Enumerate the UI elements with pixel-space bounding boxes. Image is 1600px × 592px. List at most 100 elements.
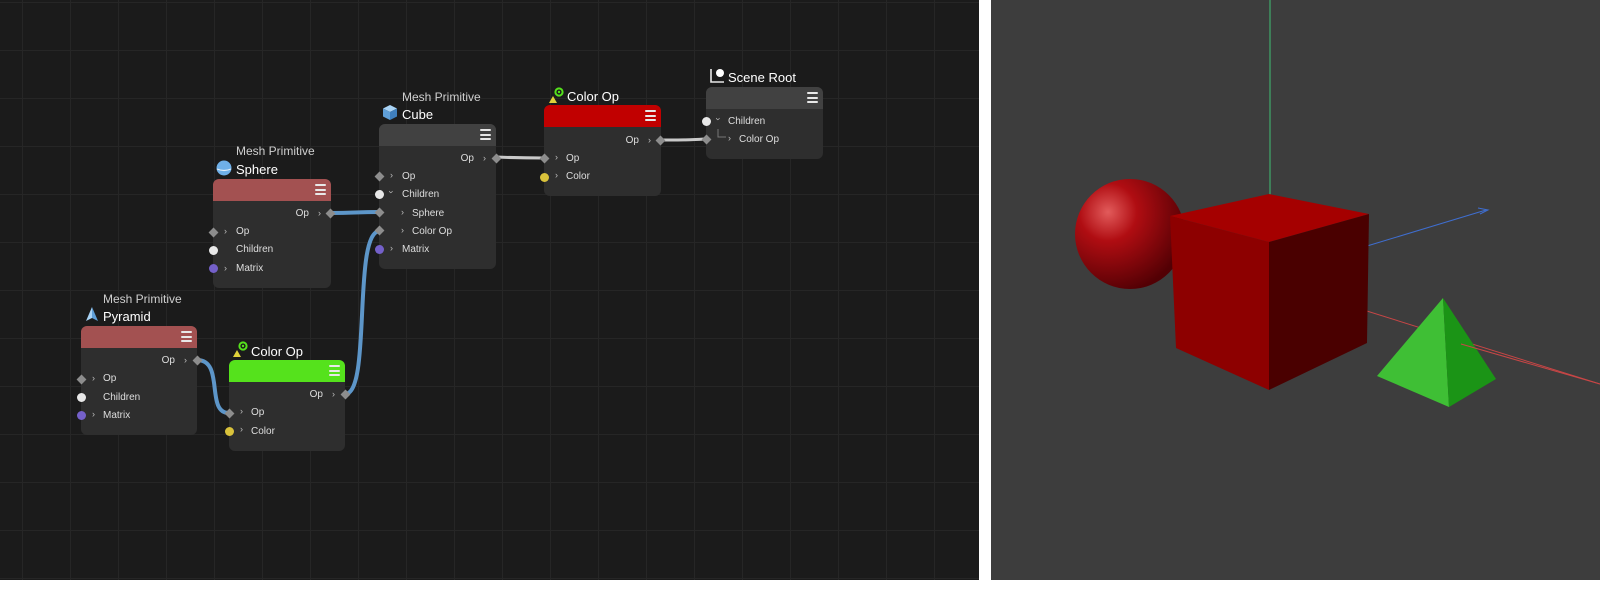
wire-cube-to-red-colorop[interactable] — [495, 155, 545, 160]
green-color-op-header[interactable] — [229, 360, 345, 382]
chevron-down-icon[interactable]: › — [714, 118, 724, 121]
green-color-op-output-port[interactable] — [340, 389, 351, 400]
cube-node-header[interactable] — [379, 124, 496, 146]
pyramid-type-label: Mesh Primitive — [103, 292, 182, 306]
red-color-op-node[interactable]: Op › › Op › Color — [539, 105, 666, 196]
pyramid-matrix-port[interactable] — [77, 411, 86, 420]
pyramid-node-header[interactable] — [81, 326, 197, 348]
chevron-right-icon: › — [555, 170, 558, 180]
chevron-right-icon: › — [555, 152, 558, 162]
3d-viewport[interactable] — [991, 0, 1600, 580]
chevron-right-icon: › — [390, 243, 393, 253]
wire-red-colorop-to-scene-root[interactable] — [659, 137, 708, 142]
color-op-icon — [549, 87, 564, 103]
chevron-right-icon: › — [92, 373, 95, 383]
chevron-right-icon: › — [390, 170, 393, 180]
red-color-op-header[interactable] — [544, 105, 661, 127]
cube-matrix-port[interactable] — [375, 245, 384, 254]
pyramid-node-menu-icon[interactable] — [181, 331, 192, 342]
red-color-op-input-color: Color — [566, 171, 590, 182]
sphere-op-port[interactable] — [208, 227, 219, 238]
chevron-right-icon: › — [318, 208, 321, 218]
chevron-right-icon: › — [224, 226, 227, 236]
red-cube[interactable] — [1170, 194, 1369, 390]
green-pyramid[interactable] — [1377, 298, 1496, 407]
green-color-op-input-color: Color — [251, 426, 275, 437]
sphere-output-label: Op — [295, 208, 309, 219]
sphere-node[interactable]: Op › › Op Children › Matrix — [208, 179, 336, 288]
scene-root-node[interactable]: › Children › Color Op — [701, 87, 823, 159]
cube-output-port[interactable] — [491, 153, 502, 164]
cube-input-op: Op — [402, 171, 416, 182]
cube-children-port[interactable] — [375, 190, 384, 199]
wire-pyramid-to-colorop[interactable] — [196, 358, 230, 415]
node-graph-canvas[interactable]: Mesh Primitive Sphere Op › › Op Children… — [0, 0, 979, 580]
scene-root-header[interactable] — [706, 87, 823, 109]
green-color-op-op-port[interactable] — [224, 408, 235, 419]
pyramid-op-port[interactable] — [76, 374, 87, 385]
scene-root-input-children: Children — [728, 116, 766, 127]
z-axis-blue — [1366, 209, 1487, 247]
chevron-right-icon: › — [224, 263, 227, 273]
sphere-output-port[interactable] — [325, 208, 336, 219]
chevron-right-icon: › — [483, 153, 486, 163]
chevron-right-icon: › — [401, 207, 404, 217]
cube-node-menu-icon[interactable] — [480, 129, 491, 140]
viewport-scene — [1075, 0, 1600, 407]
cube-op-port[interactable] — [374, 171, 385, 182]
cube-color-op-port[interactable] — [374, 225, 385, 236]
sphere-node-header[interactable] — [213, 179, 331, 201]
red-color-op-output-label: Op — [625, 135, 639, 146]
green-color-op-node-name: Color Op — [251, 344, 304, 359]
scene-root-children-port[interactable] — [702, 117, 711, 126]
chevron-down-icon[interactable]: › — [387, 191, 397, 194]
pyramid-node-name: Pyramid — [103, 309, 151, 324]
red-color-op-color-port[interactable] — [540, 173, 549, 182]
cube-node[interactable]: Op › › Op › Children › Sphere › Color Op… — [374, 124, 502, 269]
graph-bottom-border — [0, 580, 979, 592]
wire-colorop-to-cube[interactable] — [344, 229, 381, 396]
chevron-right-icon: › — [332, 389, 335, 399]
red-color-op-menu-icon[interactable] — [645, 110, 656, 121]
cube-output-label: Op — [460, 153, 474, 164]
cube-input-children: Children — [402, 189, 440, 200]
pyramid-output-label: Op — [161, 355, 175, 366]
color-op-icon — [233, 341, 248, 357]
scene-root-icon — [710, 69, 724, 83]
pyramid-input-children: Children — [103, 392, 141, 403]
cube-input-sphere: Sphere — [412, 208, 445, 219]
chevron-right-icon: › — [92, 409, 95, 419]
cube-node-name: Cube — [402, 107, 434, 122]
chevron-right-icon: › — [240, 424, 243, 434]
chevron-right-icon: › — [184, 355, 187, 365]
panel-divider[interactable] — [979, 0, 991, 592]
sphere-input-op: Op — [236, 226, 250, 237]
chevron-right-icon: › — [240, 406, 243, 416]
sphere-children-port[interactable] — [209, 246, 218, 255]
viewport-bottom-border — [991, 580, 1600, 592]
cube-input-matrix: Matrix — [402, 244, 430, 255]
red-sphere[interactable] — [1075, 179, 1185, 289]
wire-sphere-to-cube[interactable] — [330, 210, 381, 215]
cube-icon — [383, 105, 397, 120]
green-color-op-color-port[interactable] — [225, 427, 234, 436]
scene-root-node-name: Scene Root — [728, 70, 796, 85]
green-color-op-menu-icon[interactable] — [329, 365, 340, 376]
pyramid-children-port[interactable] — [77, 393, 86, 402]
sphere-matrix-port[interactable] — [209, 264, 218, 273]
pyramid-node[interactable]: Op › › Op Children › Matrix — [76, 326, 203, 435]
sphere-input-matrix: Matrix — [236, 263, 264, 274]
scene-root-color-op-port[interactable] — [701, 134, 712, 145]
red-color-op-input-op: Op — [566, 153, 580, 164]
pyramid-output-port[interactable] — [192, 355, 203, 366]
red-color-op-output-port[interactable] — [655, 135, 666, 146]
scene-root-input-color-op: Color Op — [739, 134, 780, 145]
green-color-op-node[interactable]: Op › › Op › Color — [224, 360, 351, 451]
sphere-node-menu-icon[interactable] — [315, 184, 326, 195]
green-color-op-output-label: Op — [309, 389, 323, 400]
wires-layer — [196, 137, 708, 415]
red-color-op-op-port[interactable] — [539, 153, 550, 164]
pyramid-input-op: Op — [103, 373, 117, 384]
scene-root-menu-icon[interactable] — [807, 92, 818, 103]
cube-sphere-port[interactable] — [374, 207, 385, 218]
